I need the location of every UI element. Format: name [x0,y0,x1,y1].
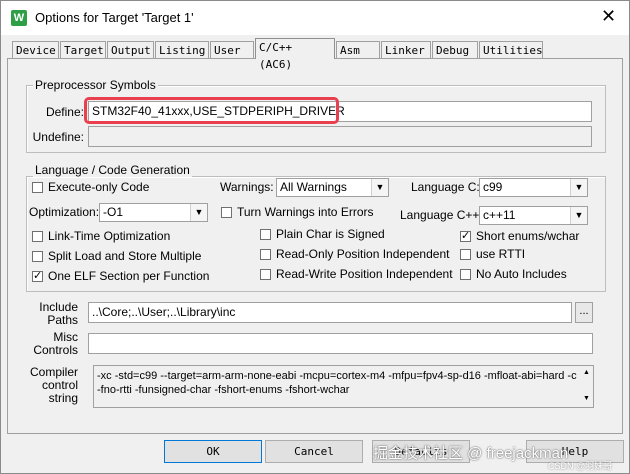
tab-debug[interactable]: Debug [432,41,478,58]
language-c-value: c99 [483,180,503,194]
compiler-control-string: -xc -std=c99 --target=arm-arm-none-eabi … [93,365,594,408]
watermark-text: 掘金技术社区 @ freejackman [373,445,569,462]
ok-button[interactable]: OK [164,440,262,463]
warnings-errors-label: Turn Warnings into Errors [237,205,374,219]
misc-controls-input[interactable] [88,333,593,354]
chevron-down-icon: ▼ [371,179,388,196]
cancel-button[interactable]: Cancel [265,440,363,463]
tab-device[interactable]: Device [12,41,59,58]
language-cpp-select[interactable]: c++11 ▼ [479,206,588,225]
split-load-label: Split Load and Store Multiple [48,249,202,263]
execute-only-label: Execute-only Code [48,180,150,194]
tab-user[interactable]: User [210,41,254,58]
tab-target[interactable]: Target [60,41,106,58]
check-icon: ✓ [461,230,471,242]
optimization-label: Optimization: [29,205,100,219]
title-bar: W Options for Target 'Target 1' ✕ [1,1,629,35]
language-group-label: Language / Code Generation [33,163,192,177]
language-cpp-value: c++11 [483,208,516,222]
language-c-label: Language C: [411,180,480,194]
warnings-errors-checkbox[interactable] [221,207,232,218]
one-elf-label: One ELF Section per Function [48,269,210,283]
warnings-value: All Warnings [280,180,347,194]
optimization-select[interactable]: -O1 ▼ [99,203,208,222]
window-title: Options for Target 'Target 1' [35,10,194,25]
undefine-label: Undefine: [32,130,84,144]
optimization-value: -O1 [103,205,124,219]
check-icon: ✓ [33,270,43,282]
preprocessor-group-label: Preprocessor Symbols [33,78,158,92]
short-enums-label: Short enums/wchar [476,229,580,243]
ro-pi-checkbox[interactable] [260,249,271,260]
split-load-checkbox[interactable] [32,251,43,262]
plain-char-checkbox[interactable] [260,229,271,240]
scroll-up-icon: ▲ [583,369,590,376]
include-paths-label: Include Paths [39,300,78,327]
compiler-string-scrollbar[interactable]: ▲ ▼ [582,367,594,407]
one-elf-checkbox[interactable]: ✓ [32,271,43,282]
link-time-checkbox[interactable] [32,231,43,242]
include-paths-input[interactable]: ..\Core;..\User;..\Library\inc [88,302,572,323]
tab-listing[interactable]: Listing [155,41,209,58]
language-c-select[interactable]: c99 ▼ [479,178,588,197]
chevron-down-icon: ▼ [570,207,587,224]
scroll-down-icon: ▼ [583,395,590,402]
tab-output[interactable]: Output [107,41,154,58]
tab-linker[interactable]: Linker [381,41,431,58]
browse-include-button[interactable]: ... [575,302,593,323]
execute-only-checkbox[interactable] [32,182,43,193]
ro-pi-label: Read-Only Position Independent [276,247,450,261]
no-auto-includes-label: No Auto Includes [476,267,567,281]
warnings-select[interactable]: All Warnings ▼ [276,178,389,197]
link-time-label: Link-Time Optimization [48,229,171,243]
rw-pi-label: Read-Write Position Independent [276,267,453,281]
tab-utilities[interactable]: Utilities [479,41,543,58]
no-auto-includes-checkbox[interactable] [460,269,471,280]
define-label: Define: [45,105,84,119]
language-cpp-label: Language C++: [400,208,483,222]
close-icon[interactable]: ✕ [601,6,616,26]
chevron-down-icon: ▼ [190,204,207,221]
short-enums-checkbox[interactable]: ✓ [460,231,471,242]
use-rtti-checkbox[interactable] [460,249,471,260]
define-highlight-box [84,97,339,124]
tab-asm[interactable]: Asm [336,41,380,58]
compiler-string-line2: -fno-rtti -funsigned-char -fshort-enums … [97,384,350,396]
undefine-input[interactable] [88,126,592,147]
misc-controls-label: Misc Controls [33,330,78,357]
rw-pi-checkbox[interactable] [260,269,271,280]
compiler-control-label: Compiler control string [29,365,78,405]
chevron-down-icon: ▼ [570,179,587,196]
plain-char-label: Plain Char is Signed [276,227,385,241]
use-rtti-label: use RTTI [476,247,526,261]
watermark-subtext: CSDN @羽妹哥 [548,461,613,471]
app-icon: W [11,10,27,26]
warnings-label: Warnings: [220,180,274,194]
compiler-string-line1: -xc -std=c99 --target=arm-arm-none-eabi … [97,370,577,382]
tab-cc-ac6[interactable]: C/C++ (AC6) [255,38,335,71]
